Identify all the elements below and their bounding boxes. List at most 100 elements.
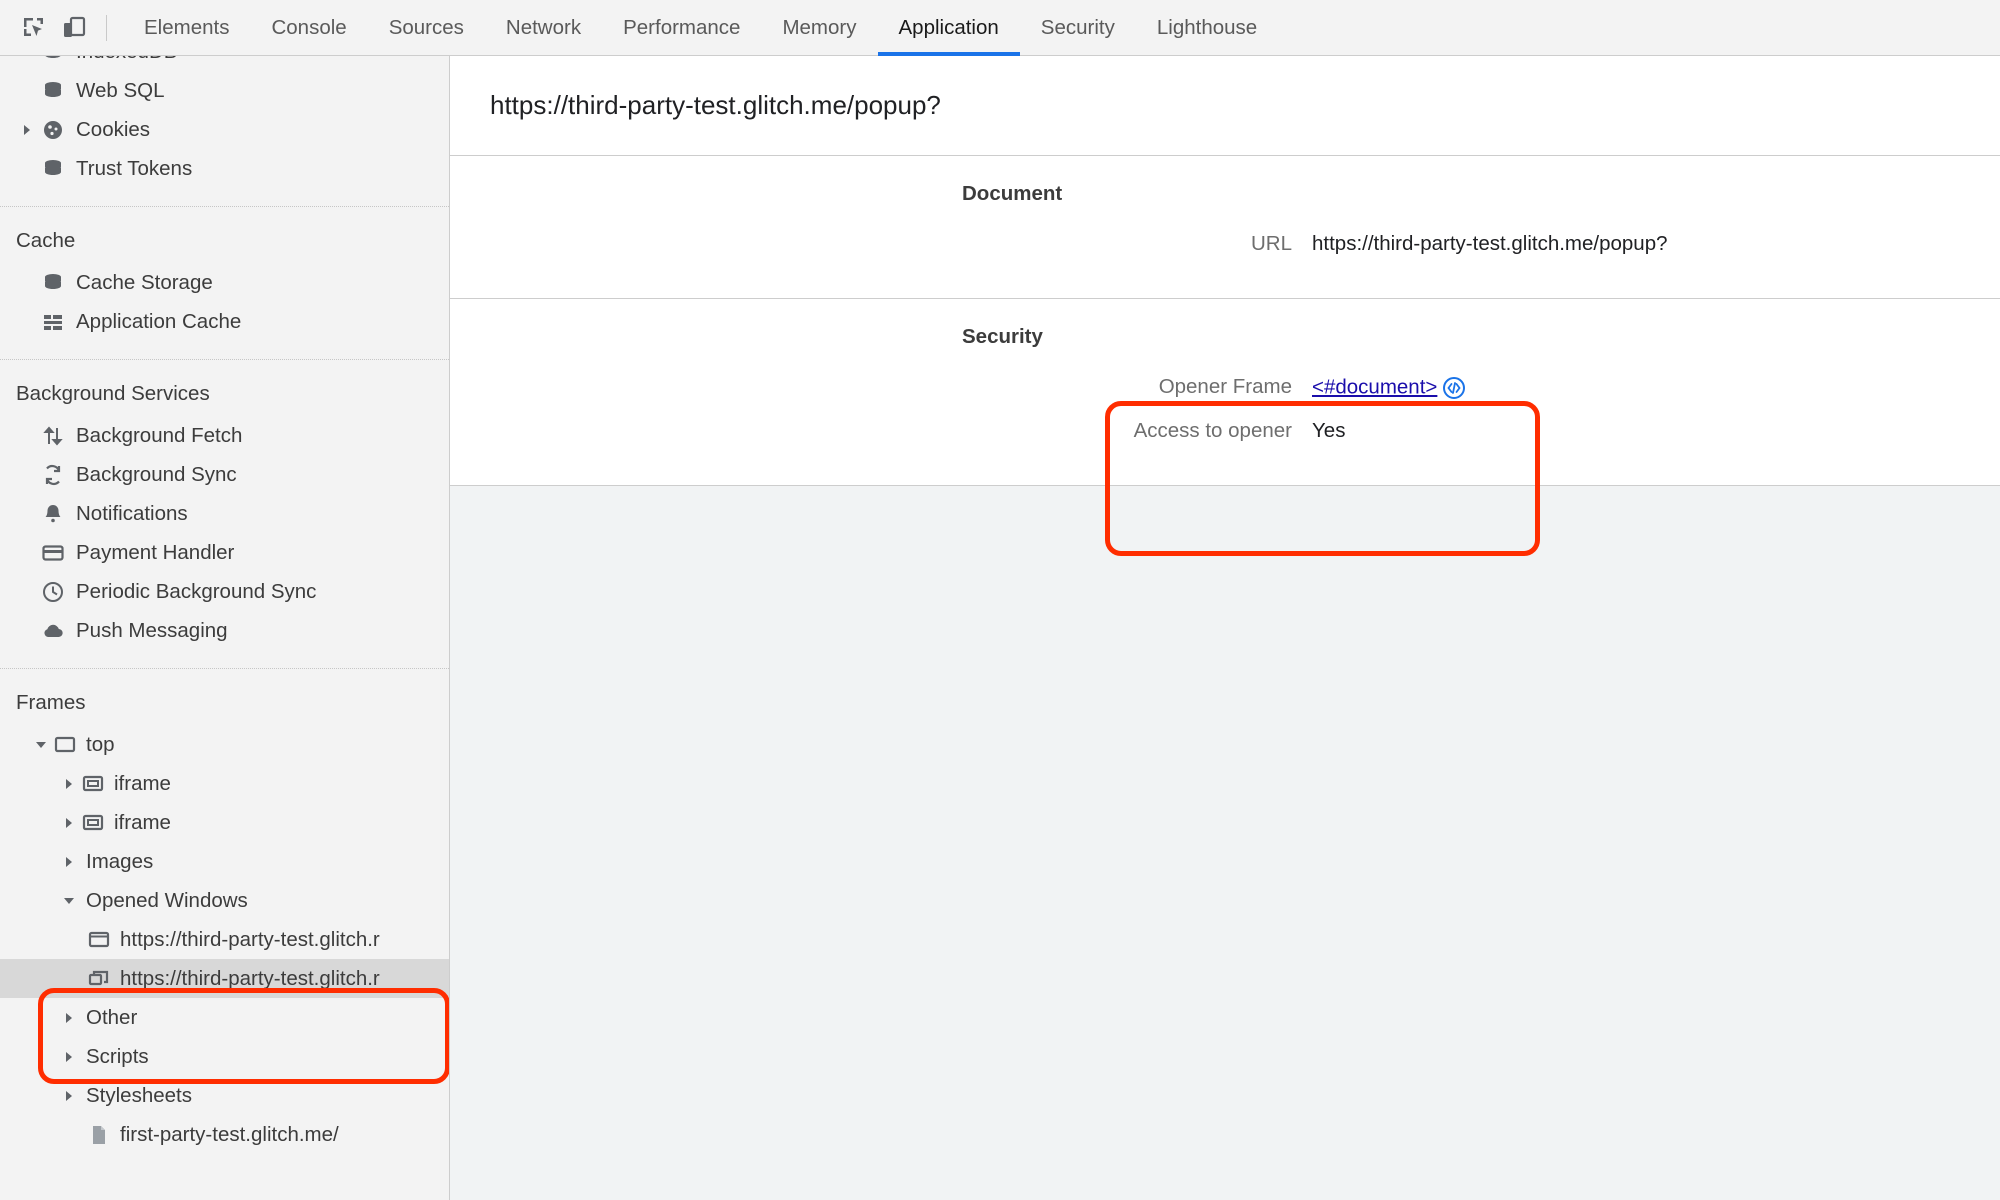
sidebar-item-cache-storage[interactable]: Cache Storage [0, 263, 449, 302]
devtools-window: Elements Console Sources Network Perform… [0, 0, 2000, 1200]
tab-label: Memory [782, 15, 857, 39]
tab-label: Network [505, 15, 582, 39]
sidebar-item-web-sql[interactable]: Web SQL [0, 71, 449, 110]
chevron-right-icon[interactable] [58, 1051, 80, 1063]
application-sidebar[interactable]: IndexedDB Web SQL Cookies [0, 56, 450, 1200]
opener-frame-value-container: <#document> [1312, 375, 1467, 401]
url-value: https://third-party-test.glitch.me/popup… [1312, 232, 1668, 255]
frame-item-opened-windows[interactable]: Opened Windows [0, 881, 449, 920]
tab-network[interactable]: Network [485, 0, 602, 55]
window-icon [86, 929, 112, 951]
tab-label: Lighthouse [1156, 15, 1258, 39]
document-icon [86, 1124, 112, 1146]
frame-item-label: iframe [114, 771, 171, 795]
panel-tabs: Elements Console Sources Network Perform… [123, 0, 1278, 56]
chevron-right-icon[interactable] [58, 856, 80, 868]
sidebar-item-label: Periodic Background Sync [76, 579, 317, 603]
tab-security[interactable]: Security [1020, 0, 1136, 55]
tab-console[interactable]: Console [250, 0, 367, 55]
frame-icon [52, 734, 78, 756]
database-icon [38, 79, 68, 103]
frame-item-iframe-1[interactable]: iframe [0, 764, 449, 803]
sidebar-item-indexeddb[interactable]: IndexedDB [0, 56, 449, 71]
chevron-right-icon[interactable] [58, 817, 80, 829]
frames-group: Frames top iframe iframe Images Opened W… [0, 668, 449, 1154]
tab-application[interactable]: Application [877, 0, 1021, 56]
sidebar-item-label: Payment Handler [76, 540, 235, 564]
background-services-group: Background Services Background Fetch Bac… [0, 359, 449, 668]
code-reveal-icon[interactable] [1441, 375, 1467, 401]
toolbar-divider [106, 14, 107, 41]
chevron-down-icon[interactable] [30, 739, 52, 751]
stylesheet-document-item[interactable]: first-party-test.glitch.me/ [0, 1115, 449, 1154]
sidebar-item-label: Cookies [76, 117, 151, 141]
chevron-right-icon[interactable] [16, 124, 38, 136]
chevron-right-icon[interactable] [58, 1012, 80, 1024]
opened-window-item-2[interactable]: https://third-party-test.glitch.r [0, 959, 449, 998]
access-to-opener-row: Access to opener Yes [450, 411, 2000, 455]
frame-item-label: iframe [114, 810, 171, 834]
chevron-down-icon[interactable] [58, 895, 80, 907]
cloud-icon [38, 619, 68, 643]
security-section: Security Opener Frame <#document> Access… [450, 299, 2000, 486]
tab-label: Elements [144, 15, 230, 39]
background-services-title: Background Services [16, 382, 210, 405]
sidebar-item-background-fetch[interactable]: Background Fetch [0, 416, 449, 455]
frame-item-label: Images [86, 849, 154, 873]
tab-memory[interactable]: Memory [761, 0, 877, 55]
sidebar-item-label: Cache Storage [76, 270, 213, 294]
iframe-icon [80, 812, 106, 834]
frame-item-label: top [86, 732, 115, 756]
frames-group-title: Frames [16, 691, 86, 714]
sidebar-item-trust-tokens[interactable]: Trust Tokens [0, 149, 449, 188]
frame-item-label: Scripts [86, 1044, 149, 1068]
opener-frame-label: Opener Frame [1158, 375, 1292, 399]
access-to-opener-label: Access to opener [1133, 419, 1292, 442]
sidebar-item-cookies[interactable]: Cookies [0, 110, 449, 149]
frame-item-stylesheets[interactable]: Stylesheets [0, 1076, 449, 1115]
sidebar-item-push-messaging[interactable]: Push Messaging [0, 611, 449, 650]
device-toolbar-icon[interactable] [54, 8, 94, 48]
sidebar-item-notifications[interactable]: Notifications [0, 494, 449, 533]
sidebar-item-label: Background Sync [76, 462, 237, 486]
storage-group: IndexedDB Web SQL Cookies [0, 56, 449, 206]
popup-window-icon [86, 968, 112, 990]
tab-label: Application [898, 15, 999, 39]
chevron-right-icon[interactable] [58, 1090, 80, 1102]
database-icon [38, 56, 68, 64]
document-section: Document URL https://third-party-test.gl… [450, 156, 2000, 299]
tab-label: Security [1040, 15, 1115, 39]
security-section-title: Security [962, 325, 1043, 348]
cookie-icon [38, 118, 68, 142]
sidebar-item-periodic-background-sync[interactable]: Periodic Background Sync [0, 572, 449, 611]
page-title: https://third-party-test.glitch.me/popup… [450, 56, 2000, 156]
opened-window-url: https://third-party-test.glitch.r [120, 927, 380, 951]
frame-item-label: Other [86, 1005, 138, 1029]
sidebar-item-label: Push Messaging [76, 618, 228, 642]
frame-item-top[interactable]: top [0, 725, 449, 764]
tab-performance[interactable]: Performance [602, 0, 761, 55]
sync-icon [38, 463, 68, 487]
opener-frame-link[interactable]: <#document> [1312, 375, 1437, 398]
iframe-icon [80, 773, 106, 795]
tab-sources[interactable]: Sources [368, 0, 485, 55]
sidebar-item-payment-handler[interactable]: Payment Handler [0, 533, 449, 572]
arrows-updown-icon [38, 424, 68, 448]
database-icon [38, 157, 68, 181]
sidebar-item-label: IndexedDB [76, 56, 177, 64]
devtools-body: IndexedDB Web SQL Cookies [0, 56, 2000, 1200]
tab-elements[interactable]: Elements [123, 0, 250, 55]
frame-item-other[interactable]: Other [0, 998, 449, 1037]
opener-frame-row: Opener Frame <#document> [450, 367, 2000, 411]
sidebar-item-label: Application Cache [76, 309, 242, 333]
frame-item-images[interactable]: Images [0, 842, 449, 881]
chevron-right-icon[interactable] [58, 778, 80, 790]
opened-window-item-1[interactable]: https://third-party-test.glitch.r [0, 920, 449, 959]
tab-lighthouse[interactable]: Lighthouse [1136, 0, 1278, 55]
sidebar-item-background-sync[interactable]: Background Sync [0, 455, 449, 494]
inspect-element-icon[interactable] [14, 8, 54, 48]
grid-icon [38, 310, 68, 334]
frame-item-scripts[interactable]: Scripts [0, 1037, 449, 1076]
frame-item-iframe-2[interactable]: iframe [0, 803, 449, 842]
sidebar-item-application-cache[interactable]: Application Cache [0, 302, 449, 341]
